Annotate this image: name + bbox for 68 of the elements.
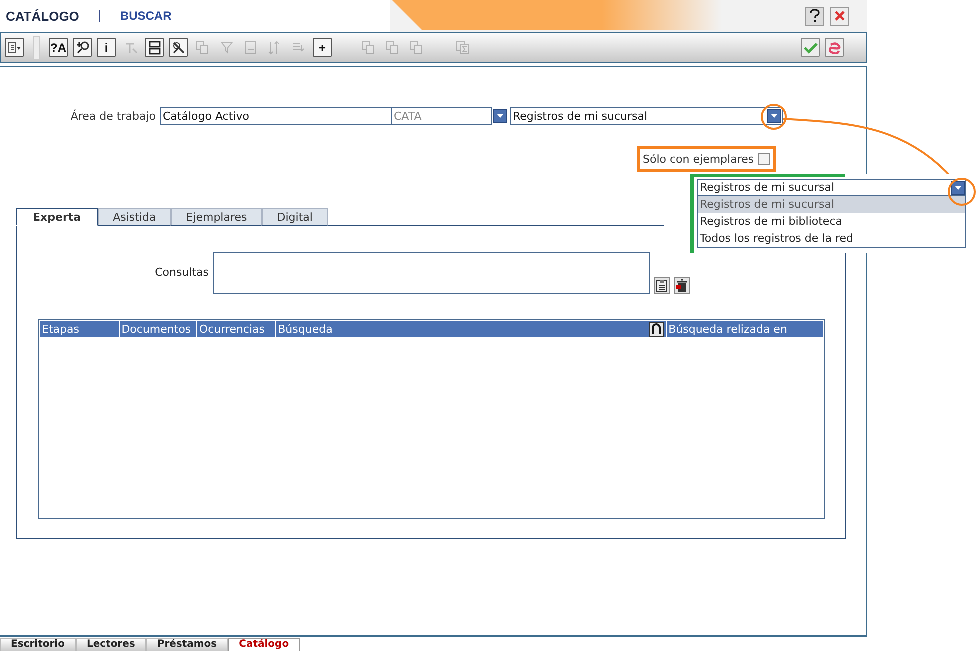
scribble-icon [828,42,840,54]
cancel-button[interactable] [825,38,844,57]
search-tab[interactable]: Digital [262,208,328,226]
module-tab[interactable]: Lectores [76,638,146,651]
dropdown-option[interactable]: Todos los registros de la red [698,230,965,247]
caret-icon [496,114,504,118]
section-title: BUSCAR [120,9,172,23]
sum-icon [456,40,470,54]
close-icon [834,11,844,21]
search-tab[interactable]: Asistida [98,208,172,226]
highlight-ring [761,104,787,130]
zoom-tool-button[interactable] [73,38,92,57]
column-header[interactable]: Búsqueda relizada en [666,321,823,337]
lock-icon[interactable] [648,322,664,336]
trash-icon [676,278,688,292]
caret-icon [770,114,778,118]
rows-icon [148,40,162,54]
sort-icon [268,40,282,54]
module-tab[interactable]: Catálogo [228,638,300,651]
workspace-field[interactable]: Catálogo Activo [160,107,392,125]
magnifier-icon [172,40,186,54]
highlight-ring [948,178,976,206]
scope-select[interactable]: Registros de mi sucursal [510,107,783,125]
accept-button[interactable] [801,38,820,57]
caret-icon [954,186,962,190]
search-tab[interactable]: Experta [16,208,98,226]
column-header[interactable]: Documentos [120,321,198,337]
column-header[interactable]: Ocurrencias [197,321,276,337]
module-tab[interactable]: Préstamos [146,638,228,651]
column-header[interactable]: Búsqueda [276,321,667,337]
module-title: CATÁLOGO [6,8,80,24]
question-mark-icon [808,9,820,23]
filter-icon [220,40,234,54]
clear-format-icon [124,40,138,54]
dropdown-button[interactable] [493,109,507,123]
zoom-in-icon [76,40,90,54]
scope-select[interactable]: Registros de mi sucursal [697,179,966,196]
clipboard-icon [656,278,668,292]
help-button[interactable] [805,6,824,26]
search-tab[interactable]: Ejemplares [171,208,262,226]
dropdown-option[interactable]: Registros de mi sucursal [698,196,965,213]
toolbar-button[interactable]: ?A [49,38,68,57]
magic-tool-button[interactable] [169,38,188,57]
copies-checkbox[interactable] [758,153,770,165]
toolbar-button[interactable]: i [97,38,116,57]
copy-icon [196,40,210,54]
list-menu-icon [8,42,22,54]
copy-icon [386,40,400,54]
copy-icon [410,40,424,54]
copy-icon [362,40,376,54]
workspace-label: Área de trabajo [70,110,157,122]
list-icon [292,40,306,54]
workspace-code-field[interactable]: CATA [392,107,492,125]
query-label: Consultas [154,266,210,279]
close-button[interactable] [830,6,849,26]
module-tab[interactable]: Escritorio [0,638,76,651]
column-header[interactable]: Etapas [40,321,120,337]
checkmark-icon [804,42,818,54]
clipboard-button[interactable] [654,277,670,294]
rows-tool-button[interactable] [145,38,164,57]
query-field[interactable] [213,252,650,294]
toolbar-grip[interactable] [33,36,40,60]
dropdown-option[interactable]: Registros de mi biblioteca [698,213,965,230]
trash-button[interactable] [674,277,690,294]
toolbar-button[interactable]: + [313,38,332,57]
list-menu-tool-button[interactable] [5,38,24,57]
copies-checkbox-label[interactable]: Sólo con ejemplares [637,146,776,172]
document-icon [244,40,258,54]
